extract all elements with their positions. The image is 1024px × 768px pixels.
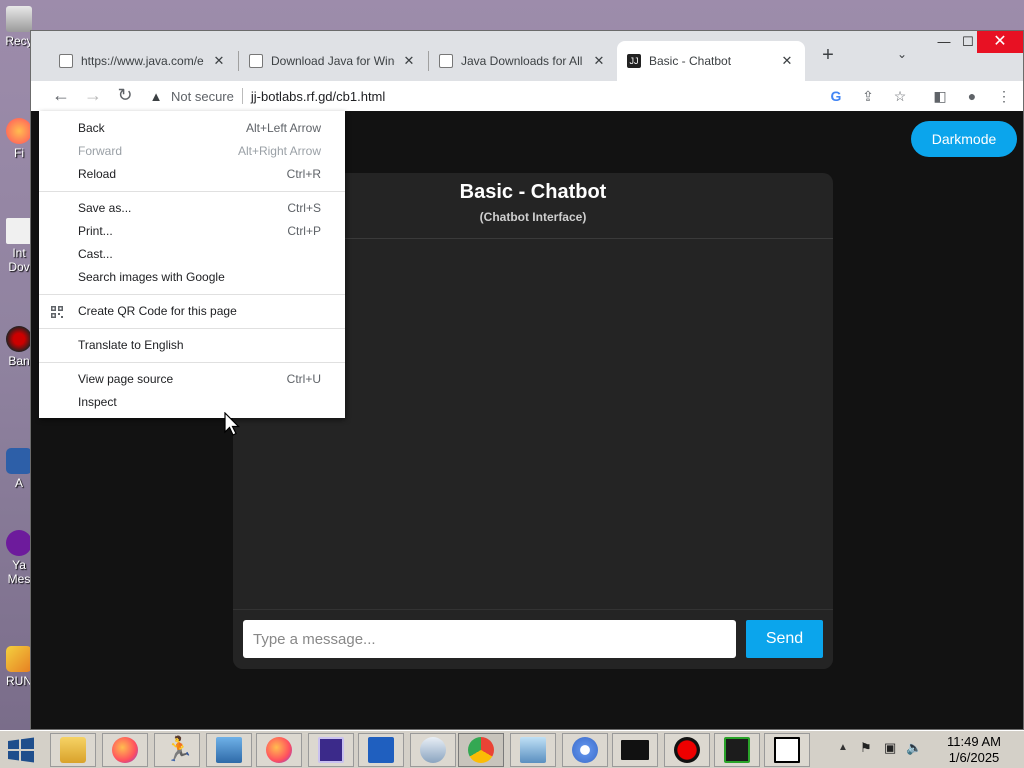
terminal-icon	[724, 737, 750, 763]
taskbar-terminal[interactable]	[714, 733, 760, 767]
taskbar-recorder[interactable]	[664, 733, 710, 767]
ctx-view-source[interactable]: View page source Ctrl+U	[39, 368, 345, 391]
ctx-print[interactable]: Print... Ctrl+P	[39, 220, 345, 243]
taskbar-file-explorer[interactable]	[50, 733, 96, 767]
forward-arrow-icon[interactable]: →	[81, 84, 105, 108]
ctx-save-as[interactable]: Save as... Ctrl+S	[39, 197, 345, 220]
command-prompt-icon	[621, 740, 649, 760]
ctx-translate[interactable]: Translate to English	[39, 334, 345, 357]
reload-icon[interactable]: ↻	[113, 84, 137, 108]
taskbar-powershell[interactable]	[358, 733, 404, 767]
taskbar-media-app[interactable]	[410, 733, 456, 767]
darkmode-button[interactable]: Darkmode	[911, 121, 1017, 157]
run-shortcut-icon	[6, 646, 32, 672]
warning-triangle-icon[interactable]: ▲	[147, 89, 165, 104]
url-text[interactable]: jj-botlabs.rf.gd/cb1.html	[251, 89, 385, 104]
taskbar-network-app[interactable]	[510, 733, 556, 767]
recycle-bin-icon	[6, 6, 32, 32]
media-icon	[420, 737, 446, 763]
yahoo-messenger-icon	[6, 530, 32, 556]
profile-avatar-icon[interactable]: ●	[961, 85, 983, 107]
app-shortcut-icon	[6, 448, 32, 474]
jj-favicon-icon: JJ	[627, 54, 641, 68]
network-tray-icon[interactable]: ▣	[884, 740, 896, 756]
ctx-reload[interactable]: Reload Ctrl+R	[39, 163, 345, 186]
record-icon	[674, 737, 700, 763]
mouse-pointer-icon	[224, 412, 240, 436]
window-close-button[interactable]: ✕	[977, 31, 1023, 53]
system-clock[interactable]: 11:49 AM 1/6/2025	[932, 734, 1016, 766]
taskbar-firefox-2[interactable]	[256, 733, 302, 767]
tab-close-icon[interactable]: ✕	[401, 53, 417, 69]
tab-download-java[interactable]: Download Java for Wind ✕	[239, 41, 427, 81]
ctx-create-qr-code[interactable]: Create QR Code for this page	[39, 300, 345, 323]
ctx-inspect[interactable]: Inspect	[39, 391, 345, 414]
java-favicon-icon	[59, 54, 73, 68]
firefox-icon	[266, 737, 292, 763]
java-favicon-icon	[249, 54, 263, 68]
message-input[interactable]	[243, 620, 736, 658]
volume-icon[interactable]: 🔈	[906, 740, 922, 756]
menu-divider	[39, 191, 345, 192]
menu-divider	[39, 294, 345, 295]
taskbar-7zip[interactable]	[764, 733, 810, 767]
download-shortcut-icon	[6, 218, 32, 244]
bookmark-star-icon[interactable]: ☆	[889, 85, 911, 107]
tab-java-downloads[interactable]: Java Downloads for All C ✕	[429, 41, 617, 81]
menu-kebab-icon[interactable]: ⋮	[993, 85, 1015, 107]
ctx-search-images[interactable]: Search images with Google	[39, 266, 345, 289]
back-arrow-icon[interactable]: ←	[49, 84, 73, 108]
taskbar-command-prompt[interactable]	[612, 733, 658, 767]
java-favicon-icon	[439, 54, 453, 68]
taskbar: 🏃 ▲ ⚑ ▣ 🔈 11:49 AM 1/6/2025	[0, 730, 1024, 768]
taskbar-running-app[interactable]: 🏃	[154, 733, 200, 767]
qr-code-icon	[51, 306, 63, 318]
omnibox-separator	[241, 88, 243, 104]
clock-time: 11:49 AM	[947, 734, 1001, 749]
ctx-back[interactable]: Back Alt+Left Arrow	[39, 117, 345, 140]
ctx-forward[interactable]: Forward Alt+Right Arrow	[39, 140, 345, 163]
cpu-app-icon	[318, 737, 344, 763]
address-bar[interactable]: ▲ Not secure jj-botlabs.rf.gd/cb1.html	[147, 82, 867, 110]
running-man-icon: 🏃	[164, 736, 194, 763]
clock-date: 1/6/2025	[948, 750, 1000, 765]
7zip-icon	[774, 737, 800, 763]
firefox-icon	[112, 737, 138, 763]
taskbar-chromium[interactable]	[562, 733, 608, 767]
firefox-shortcut-icon	[6, 118, 32, 144]
app-shortcut-icon	[6, 326, 32, 352]
tab-strip: https://www.java.com/e ✕ Download Java f…	[31, 31, 1023, 81]
taskbar-firefox[interactable]	[102, 733, 148, 767]
tab-close-icon[interactable]: ✕	[591, 53, 607, 69]
chat-footer: Send	[233, 609, 833, 669]
security-label[interactable]: Not secure	[171, 89, 234, 104]
context-menu: Back Alt+Left Arrow Forward Alt+Right Ar…	[39, 111, 345, 418]
ctx-cast[interactable]: Cast...	[39, 243, 345, 266]
tray-expand-chevron-icon[interactable]: ▲	[838, 742, 848, 753]
menu-divider	[39, 328, 345, 329]
side-panel-icon[interactable]: ◧	[929, 85, 951, 107]
image-viewer-icon	[216, 737, 242, 763]
taskbar-image-viewer[interactable]	[206, 733, 252, 767]
tab-java-com[interactable]: https://www.java.com/e ✕	[49, 41, 237, 81]
menu-divider	[39, 362, 345, 363]
taskbar-cpu-app[interactable]	[308, 733, 354, 767]
windows-start-icon[interactable]	[6, 737, 36, 763]
share-icon[interactable]: ⇪	[857, 85, 879, 107]
flag-icon[interactable]: ⚑	[860, 740, 872, 756]
google-lens-icon[interactable]: G	[825, 85, 847, 107]
network-icon	[520, 737, 546, 763]
tab-close-icon[interactable]: ✕	[211, 53, 227, 69]
chrome-icon	[468, 737, 494, 763]
browser-toolbar: ← → ↻ ▲ Not secure jj-botlabs.rf.gd/cb1.…	[31, 81, 1023, 111]
send-button[interactable]: Send	[746, 620, 823, 658]
taskbar-chrome[interactable]	[458, 733, 504, 767]
tab-close-icon[interactable]: ✕	[779, 53, 795, 69]
new-tab-button[interactable]: +	[817, 45, 839, 67]
tab-basic-chatbot[interactable]: JJ Basic - Chatbot ✕	[617, 41, 805, 81]
powershell-icon	[368, 737, 394, 763]
tab-search-chevron-icon[interactable]: ⌄	[897, 47, 907, 61]
file-explorer-icon	[60, 737, 86, 763]
chromium-icon	[572, 737, 598, 763]
